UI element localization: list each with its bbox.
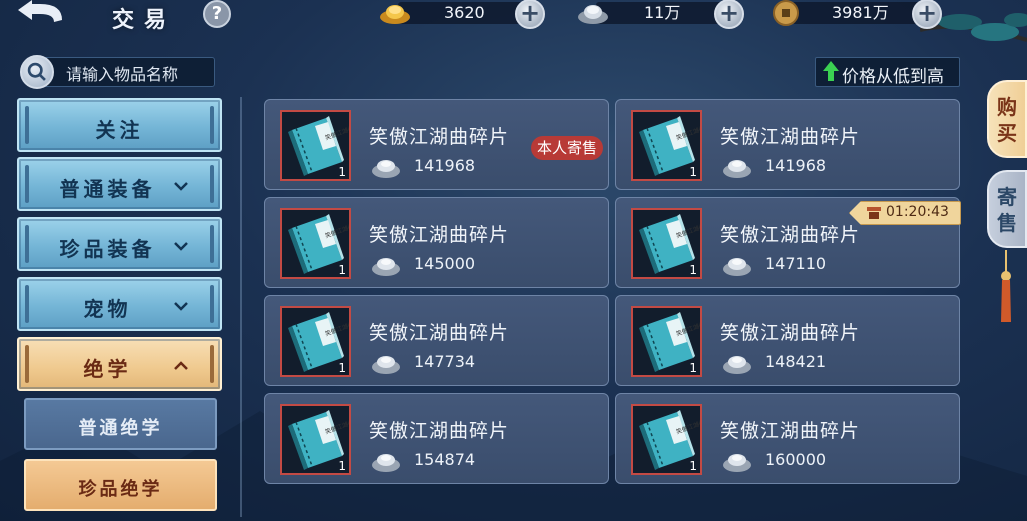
up-arrow-icon	[823, 61, 839, 81]
silver-ingot-icon	[723, 160, 751, 178]
own-listing-badge: 本人寄售	[531, 136, 603, 160]
gold-currency: 3620 +	[378, 0, 550, 29]
item-price: 147110	[765, 254, 827, 273]
divider	[240, 97, 242, 517]
item-card[interactable]: 笑傲江湖曲 1 笑傲江湖曲碎片 148421	[615, 295, 960, 386]
add-gold-button[interactable]: +	[515, 0, 545, 29]
subcategory-normal-martial[interactable]: 普通绝学	[24, 398, 217, 450]
subcategory-label: 珍品绝学	[78, 479, 163, 500]
item-card[interactable]: 笑傲江湖曲 1 笑傲江湖曲碎片 154874	[264, 393, 609, 484]
search-placeholder: 请输入物品名称	[66, 65, 179, 84]
item-name: 笑傲江湖曲碎片	[369, 126, 510, 148]
category-follow[interactable]: 关注	[17, 98, 222, 152]
item-price: 154874	[414, 450, 476, 469]
silver-ingot-icon	[723, 454, 751, 472]
category-rare-equipment[interactable]: 珍品装备	[17, 217, 222, 271]
chevron-up-icon	[174, 361, 188, 370]
tab-label: 购买	[997, 95, 1017, 145]
copper-coin-icon	[773, 0, 799, 26]
chevron-down-icon	[174, 302, 188, 311]
add-copper-button[interactable]: +	[912, 0, 942, 29]
sort-label: 价格从低到高	[842, 67, 944, 87]
tab-buy[interactable]: 购买	[987, 80, 1027, 158]
copper-currency: 3981万 +	[772, 0, 944, 29]
item-card[interactable]: 笑傲江湖曲 1 笑傲江湖曲碎片 160000	[615, 393, 960, 484]
item-name: 笑傲江湖曲碎片	[720, 420, 861, 442]
chevron-down-icon	[174, 182, 188, 191]
tab-sell[interactable]: 寄售	[987, 170, 1027, 248]
item-quantity: 1	[689, 459, 697, 473]
item-quantity: 1	[689, 263, 697, 277]
item-quantity: 1	[338, 165, 346, 179]
category-label: 宠物	[83, 297, 132, 321]
item-thumbnail: 笑傲江湖曲 1	[280, 404, 351, 475]
item-thumbnail: 笑傲江湖曲 1	[280, 208, 351, 279]
item-thumbnail: 笑傲江湖曲 1	[631, 208, 702, 279]
help-button[interactable]: ?	[203, 0, 231, 28]
shop-stall-icon	[867, 207, 881, 219]
silver-amount: 11万	[644, 3, 681, 22]
item-card[interactable]: 笑傲江湖曲 1 笑傲江湖曲碎片 141968	[615, 99, 960, 190]
silver-ingot-icon	[723, 356, 751, 374]
item-price: 145000	[414, 254, 476, 273]
timer-text: 01:20:43	[886, 204, 949, 220]
category-label: 绝学	[83, 357, 132, 381]
subcategory-rare-martial[interactable]: 珍品绝学	[24, 459, 217, 511]
category-martial-arts[interactable]: 绝学	[17, 337, 222, 391]
item-quantity: 1	[689, 361, 697, 375]
item-name: 笑傲江湖曲碎片	[369, 224, 510, 246]
category-label: 关注	[95, 118, 144, 142]
tassel-decoration	[1001, 250, 1011, 322]
item-name: 笑傲江湖曲碎片	[369, 420, 510, 442]
tab-label: 寄售	[997, 185, 1017, 235]
silver-ingot-icon	[372, 454, 400, 472]
category-normal-equipment[interactable]: 普通装备	[17, 157, 222, 211]
item-quantity: 1	[338, 459, 346, 473]
item-card[interactable]: 笑傲江湖曲 1 笑傲江湖曲碎片 141968 本人寄售	[264, 99, 609, 190]
item-thumbnail: 笑傲江湖曲 1	[631, 404, 702, 475]
silver-ingot-icon	[372, 356, 400, 374]
back-arrow-icon[interactable]	[10, 0, 72, 26]
item-quantity: 1	[689, 165, 697, 179]
item-price: 147734	[414, 352, 476, 371]
gold-amount: 3620	[444, 3, 485, 22]
silver-ingot-icon	[372, 258, 400, 276]
item-quantity: 1	[338, 361, 346, 375]
item-price: 148421	[765, 352, 827, 371]
add-silver-button[interactable]: +	[714, 0, 744, 29]
item-name: 笑傲江湖曲碎片	[720, 224, 861, 246]
item-thumbnail: 笑傲江湖曲 1	[280, 306, 351, 377]
item-thumbnail: 笑傲江湖曲 1	[631, 306, 702, 377]
search-icon[interactable]	[20, 55, 54, 89]
category-pet[interactable]: 宠物	[17, 277, 222, 331]
item-quantity: 1	[338, 263, 346, 277]
item-card[interactable]: 笑傲江湖曲 1 笑傲江湖曲碎片 145000	[264, 197, 609, 288]
chevron-down-icon	[174, 242, 188, 251]
item-card[interactable]: 笑傲江湖曲 1 笑傲江湖曲碎片 147734	[264, 295, 609, 386]
item-price: 141968	[765, 156, 827, 175]
subcategory-label: 普通绝学	[78, 418, 163, 439]
silver-currency: 11万 +	[576, 0, 748, 29]
item-price: 141968	[414, 156, 476, 175]
item-name: 笑傲江湖曲碎片	[720, 322, 861, 344]
page-title: 交易	[112, 8, 177, 33]
item-price: 160000	[765, 450, 827, 469]
item-name: 笑傲江湖曲碎片	[720, 126, 861, 148]
gold-ingot-icon	[380, 5, 410, 24]
silver-ingot-icon	[723, 258, 751, 276]
copper-amount: 3981万	[832, 3, 889, 22]
silver-ingot-icon	[578, 5, 608, 24]
item-name: 笑傲江湖曲碎片	[369, 322, 510, 344]
silver-ingot-icon	[372, 160, 400, 178]
item-thumbnail: 笑傲江湖曲 1	[280, 110, 351, 181]
category-label: 珍品装备	[59, 237, 156, 261]
category-label: 普通装备	[59, 177, 156, 201]
item-thumbnail: 笑傲江湖曲 1	[631, 110, 702, 181]
